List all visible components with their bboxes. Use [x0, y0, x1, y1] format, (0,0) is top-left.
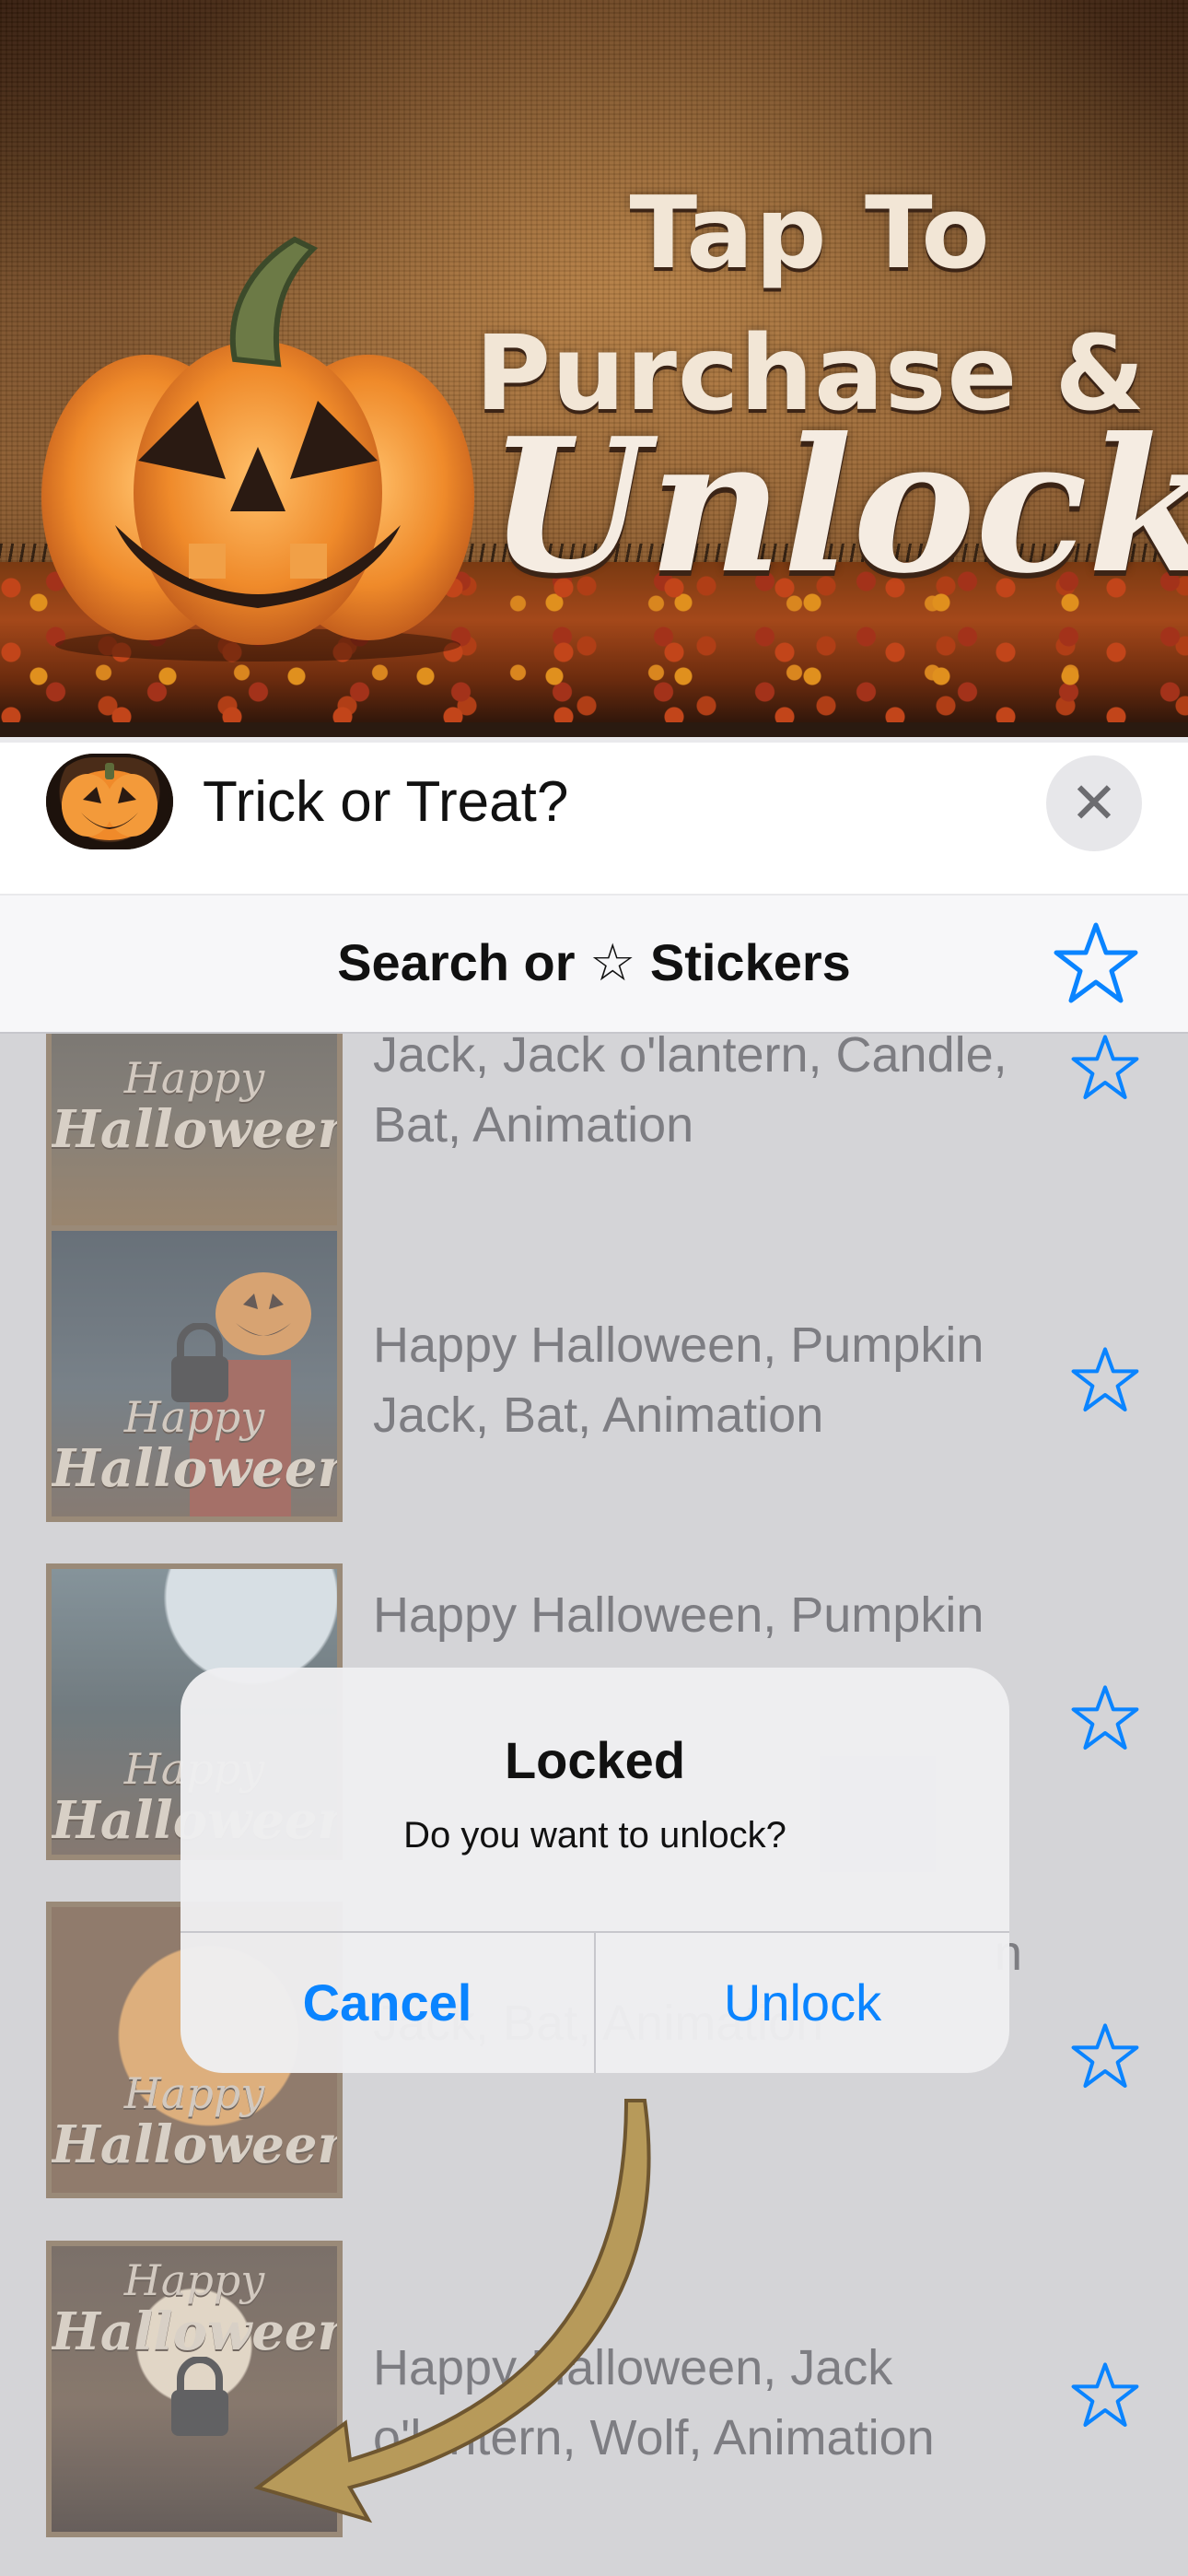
- alert-message: Do you want to unlock?: [403, 1815, 786, 1856]
- star-outline-icon[interactable]: [1068, 1343, 1142, 1417]
- sticker-tags: Happy Halloween, Pumpkin: [373, 1587, 984, 1643]
- jack-o-lantern-illustration: [41, 236, 474, 662]
- curved-arrow-icon: [253, 2099, 651, 2523]
- sticker-tags: Jack, Jack o'lantern, Candle, Bat, Anima…: [373, 1034, 1007, 1153]
- banner-line-1: Tap To: [629, 176, 992, 291]
- list-item[interactable]: Happy Halloween Happy Halloween, Pumpkin…: [0, 1225, 1188, 1564]
- cancel-button[interactable]: Cancel: [181, 1933, 594, 2073]
- list-item[interactable]: Happy Halloween Jack, Jack o'lantern, Ca…: [0, 1034, 1188, 1258]
- sticker-thumbnail[interactable]: Happy Halloween: [46, 1034, 343, 1234]
- sheet-header: [0, 743, 1188, 894]
- star-outline-icon[interactable]: [1068, 1034, 1142, 1105]
- promo-banner[interactable]: Tap To Purchase & Unlock: [0, 0, 1188, 737]
- star-outline-icon[interactable]: [1068, 2359, 1142, 2432]
- banner-line-3: Unlock: [488, 398, 1188, 615]
- sticker-tags: Happy Halloween, Pumpkin Jack, Bat, Anim…: [373, 1317, 984, 1443]
- star-outline-icon[interactable]: [1068, 2020, 1142, 2093]
- close-icon[interactable]: ✕: [1046, 755, 1142, 851]
- banner-divider: [0, 722, 1188, 737]
- app-title: Trick or Treat?: [203, 770, 569, 834]
- sticker-thumbnail[interactable]: Happy Halloween: [46, 1225, 343, 1522]
- star-outline-icon[interactable]: [1068, 1681, 1142, 1755]
- unlock-button[interactable]: Unlock: [596, 1933, 1009, 2073]
- star-outline-icon[interactable]: [1050, 918, 1142, 1010]
- search-label[interactable]: Search or ☆ Stickers: [0, 921, 1188, 1004]
- alert-title: Locked: [504, 1731, 686, 1789]
- pumpkin-icon: [46, 754, 173, 849]
